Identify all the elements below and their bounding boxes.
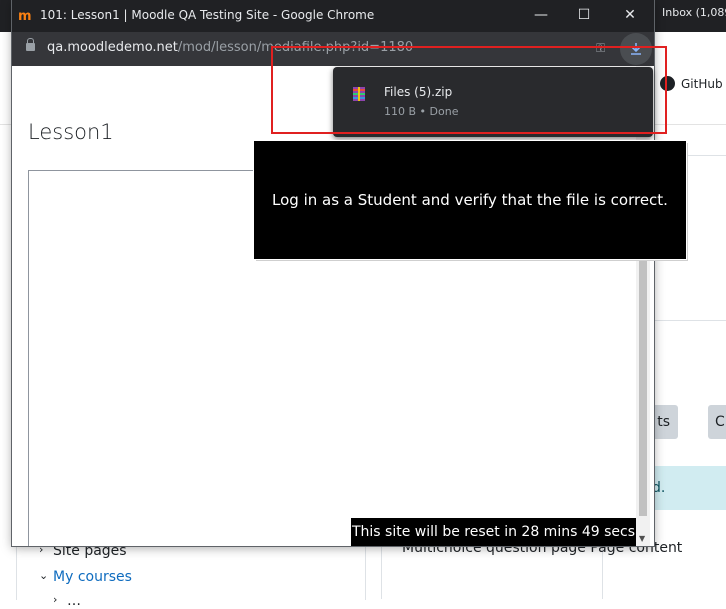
maximize-icon: ☐ bbox=[577, 7, 591, 23]
taskbar-inbox-tab[interactable]: Inbox (1,089 bbox=[662, 6, 726, 19]
minimize-icon: — bbox=[534, 7, 548, 23]
scroll-down-arrow-icon[interactable]: ▼ bbox=[639, 534, 645, 543]
url-host: qa.moodledemo.net bbox=[47, 40, 178, 55]
window-title: 101: Lesson1 | Moodle QA Testing Site - … bbox=[40, 8, 375, 22]
sidebar-item-partial[interactable]: › … bbox=[53, 593, 81, 609]
close-button[interactable]: ✕ bbox=[607, 0, 653, 32]
minimize-button[interactable]: — bbox=[518, 0, 564, 32]
scrollbar[interactable]: ▼ bbox=[636, 66, 650, 546]
maximize-button[interactable]: ☐ bbox=[561, 0, 607, 32]
window-titlebar[interactable]: m 101: Lesson1 | Moodle QA Testing Site … bbox=[12, 0, 654, 32]
highlight-box bbox=[271, 46, 667, 134]
close-icon: ✕ bbox=[624, 7, 636, 23]
scrollbar-thumb[interactable] bbox=[639, 256, 647, 516]
caret-down-icon: ⌄ bbox=[39, 569, 49, 582]
popup-page-body: Lesson1 bbox=[12, 66, 654, 546]
background-button-partial[interactable]: C bbox=[708, 405, 726, 439]
instruction-overlay: Log in as a Student and verify that the … bbox=[254, 141, 686, 259]
caret-right-icon: › bbox=[53, 593, 58, 606]
github-link[interactable]: GitHub bbox=[660, 76, 723, 91]
background-notice-partial: d. bbox=[650, 466, 726, 510]
reset-countdown-banner: This site will be reset in 28 mins 49 se… bbox=[351, 518, 636, 546]
navigation-sidebar: › Site pages ⌄ My courses › … bbox=[16, 540, 366, 609]
page-title: Lesson1 bbox=[28, 120, 114, 144]
divider bbox=[381, 540, 382, 599]
sidebar-item-label: My courses bbox=[53, 569, 132, 585]
lock-icon[interactable] bbox=[26, 38, 35, 51]
sidebar-item-label: … bbox=[67, 593, 81, 609]
github-label: GitHub bbox=[681, 76, 723, 91]
sidebar-item-my-courses[interactable]: ⌄ My courses bbox=[39, 569, 132, 585]
moodle-logo-icon: m bbox=[18, 9, 32, 24]
